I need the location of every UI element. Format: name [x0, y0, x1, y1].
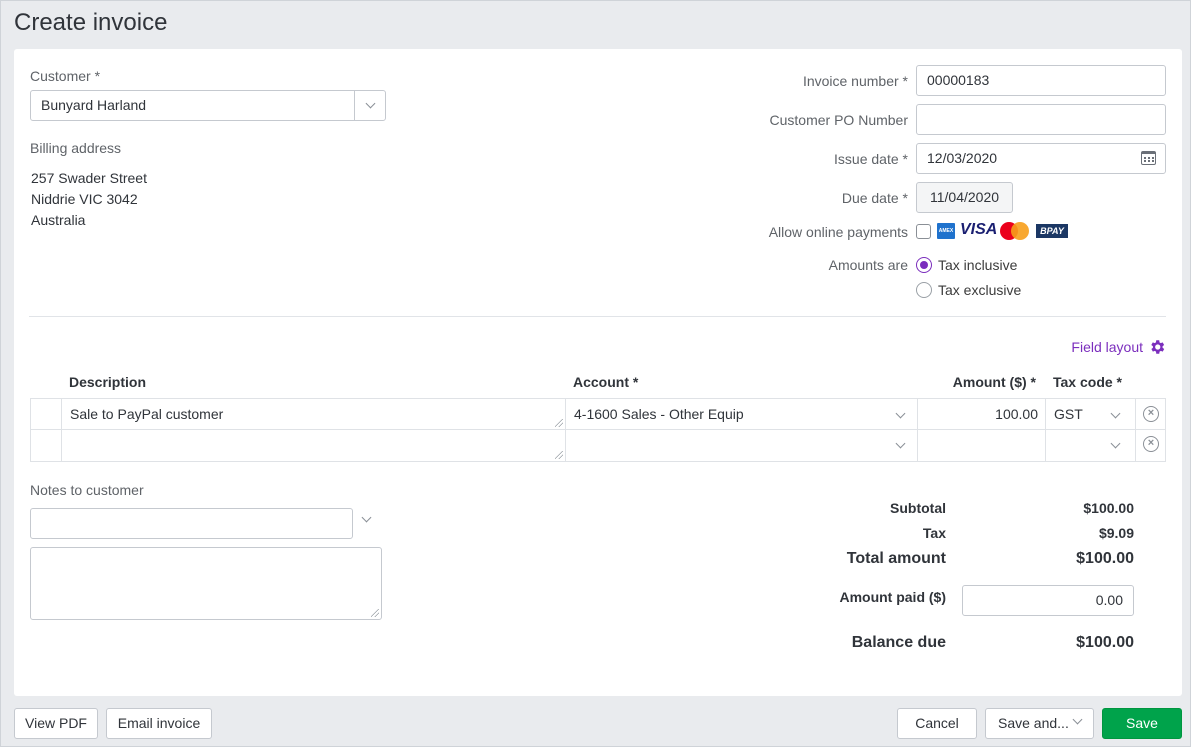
remove-row-cell: ×	[1135, 430, 1165, 461]
account-select[interactable]: 4-1600 Sales - Other Equip	[565, 399, 917, 429]
notes-template-select[interactable]	[30, 508, 353, 539]
resize-handle-icon[interactable]	[555, 451, 563, 459]
issue-date-label: Issue date	[834, 151, 908, 167]
tax-label: Tax	[922, 525, 946, 541]
visa-logo-icon: VISA	[960, 221, 998, 238]
description-input[interactable]	[61, 430, 565, 461]
invoice-number-input[interactable]: 00000183	[916, 65, 1166, 96]
billing-line-1: 257 Swader Street	[31, 170, 147, 186]
divider	[29, 316, 1166, 317]
tax-code-select[interactable]: GST	[1045, 399, 1135, 429]
customer-value: Bunyard Harland	[41, 97, 147, 113]
chevron-down-icon	[895, 438, 906, 449]
account-select[interactable]	[565, 430, 917, 461]
online-payments-checkbox[interactable]	[916, 224, 931, 239]
billing-line-3: Australia	[31, 212, 86, 228]
amount-paid-label: Amount paid ($)	[839, 589, 946, 605]
save-and-label: Save and...	[998, 715, 1069, 731]
remove-row-icon[interactable]: ×	[1143, 406, 1159, 422]
customer-label: Customer	[30, 68, 100, 84]
amount-input[interactable]: 100.00	[917, 399, 1045, 429]
tax-code-value: GST	[1054, 406, 1083, 422]
tax-code-select[interactable]	[1045, 430, 1135, 461]
save-and-button[interactable]: Save and...	[985, 708, 1094, 739]
col-header-description: Description	[69, 374, 147, 390]
account-value: 4-1600 Sales - Other Equip	[574, 406, 744, 422]
description-input[interactable]: Sale to PayPal customer	[61, 399, 565, 429]
email-invoice-button[interactable]: Email invoice	[106, 708, 212, 739]
col-header-amount: Amount ($)	[953, 374, 1036, 390]
billing-address-label: Billing address	[30, 140, 122, 156]
chevron-down-icon	[1072, 714, 1083, 725]
col-header-account: Account	[573, 374, 638, 390]
remove-row-cell: ×	[1135, 399, 1165, 429]
billing-line-2: Niddrie VIC 3042	[31, 191, 138, 207]
balance-due-label: Balance due	[851, 634, 946, 651]
chevron-down-icon[interactable]	[361, 512, 372, 523]
col-header-tax-code: Tax code	[1053, 374, 1122, 390]
amount-input[interactable]	[917, 430, 1045, 461]
customer-po-input[interactable]	[916, 104, 1166, 135]
due-date-label: Due date	[842, 190, 908, 206]
tax-exclusive-label[interactable]: Tax exclusive	[938, 282, 1021, 298]
total-amount-label: Total amount	[846, 550, 946, 567]
resize-handle-icon[interactable]	[555, 419, 563, 427]
table-row: ×	[30, 430, 1166, 462]
customer-po-label: Customer PO Number	[769, 112, 908, 128]
invoice-form: Customer Bunyard Harland Billing address…	[14, 49, 1182, 696]
chevron-down-icon	[365, 98, 375, 109]
tax-inclusive-label[interactable]: Tax inclusive	[938, 257, 1017, 273]
customer-dropdown-button[interactable]	[354, 91, 385, 120]
issue-date-input[interactable]: 12/03/2020	[916, 143, 1166, 174]
notes-label: Notes to customer	[30, 482, 144, 498]
invoice-number-label: Invoice number	[803, 73, 908, 89]
tax-value: $9.09	[1098, 525, 1134, 541]
subtotal-value: $100.00	[1083, 500, 1134, 516]
description-value: Sale to PayPal customer	[70, 406, 224, 422]
amounts-are-label: Amounts are	[828, 257, 908, 273]
view-pdf-button[interactable]: View PDF	[14, 708, 98, 739]
calendar-icon[interactable]	[1141, 151, 1156, 165]
chevron-down-icon	[1110, 438, 1121, 449]
chevron-down-icon	[895, 408, 906, 419]
due-date-input[interactable]: 11/04/2020	[916, 182, 1013, 213]
subtotal-label: Subtotal	[890, 500, 946, 516]
chevron-down-icon	[1110, 408, 1121, 419]
field-layout-link[interactable]: Field layout	[1071, 338, 1166, 356]
gear-icon	[1151, 340, 1165, 354]
save-button[interactable]: Save	[1102, 708, 1182, 739]
cancel-button[interactable]: Cancel	[897, 708, 977, 739]
remove-row-icon[interactable]: ×	[1143, 436, 1159, 452]
amount-paid-input[interactable]: 0.00	[962, 585, 1134, 616]
field-layout-label: Field layout	[1071, 339, 1143, 355]
tax-inclusive-radio[interactable]	[916, 257, 932, 273]
amex-logo-icon: AMEX	[937, 223, 955, 239]
bpay-logo-icon: BPAY	[1036, 224, 1068, 238]
resize-handle-icon[interactable]	[371, 609, 379, 617]
online-payments-label: Allow online payments	[768, 224, 908, 240]
balance-due-value: $100.00	[1076, 634, 1134, 651]
table-row: Sale to PayPal customer 4-1600 Sales - O…	[30, 398, 1166, 430]
issue-date-value: 12/03/2020	[927, 150, 998, 166]
page-title: Create invoice	[14, 9, 168, 36]
notes-textarea[interactable]	[30, 547, 382, 620]
customer-select[interactable]: Bunyard Harland	[30, 90, 386, 121]
mastercard-logo-icon	[1000, 222, 1030, 240]
tax-exclusive-radio[interactable]	[916, 282, 932, 298]
total-amount-value: $100.00	[1076, 550, 1134, 567]
